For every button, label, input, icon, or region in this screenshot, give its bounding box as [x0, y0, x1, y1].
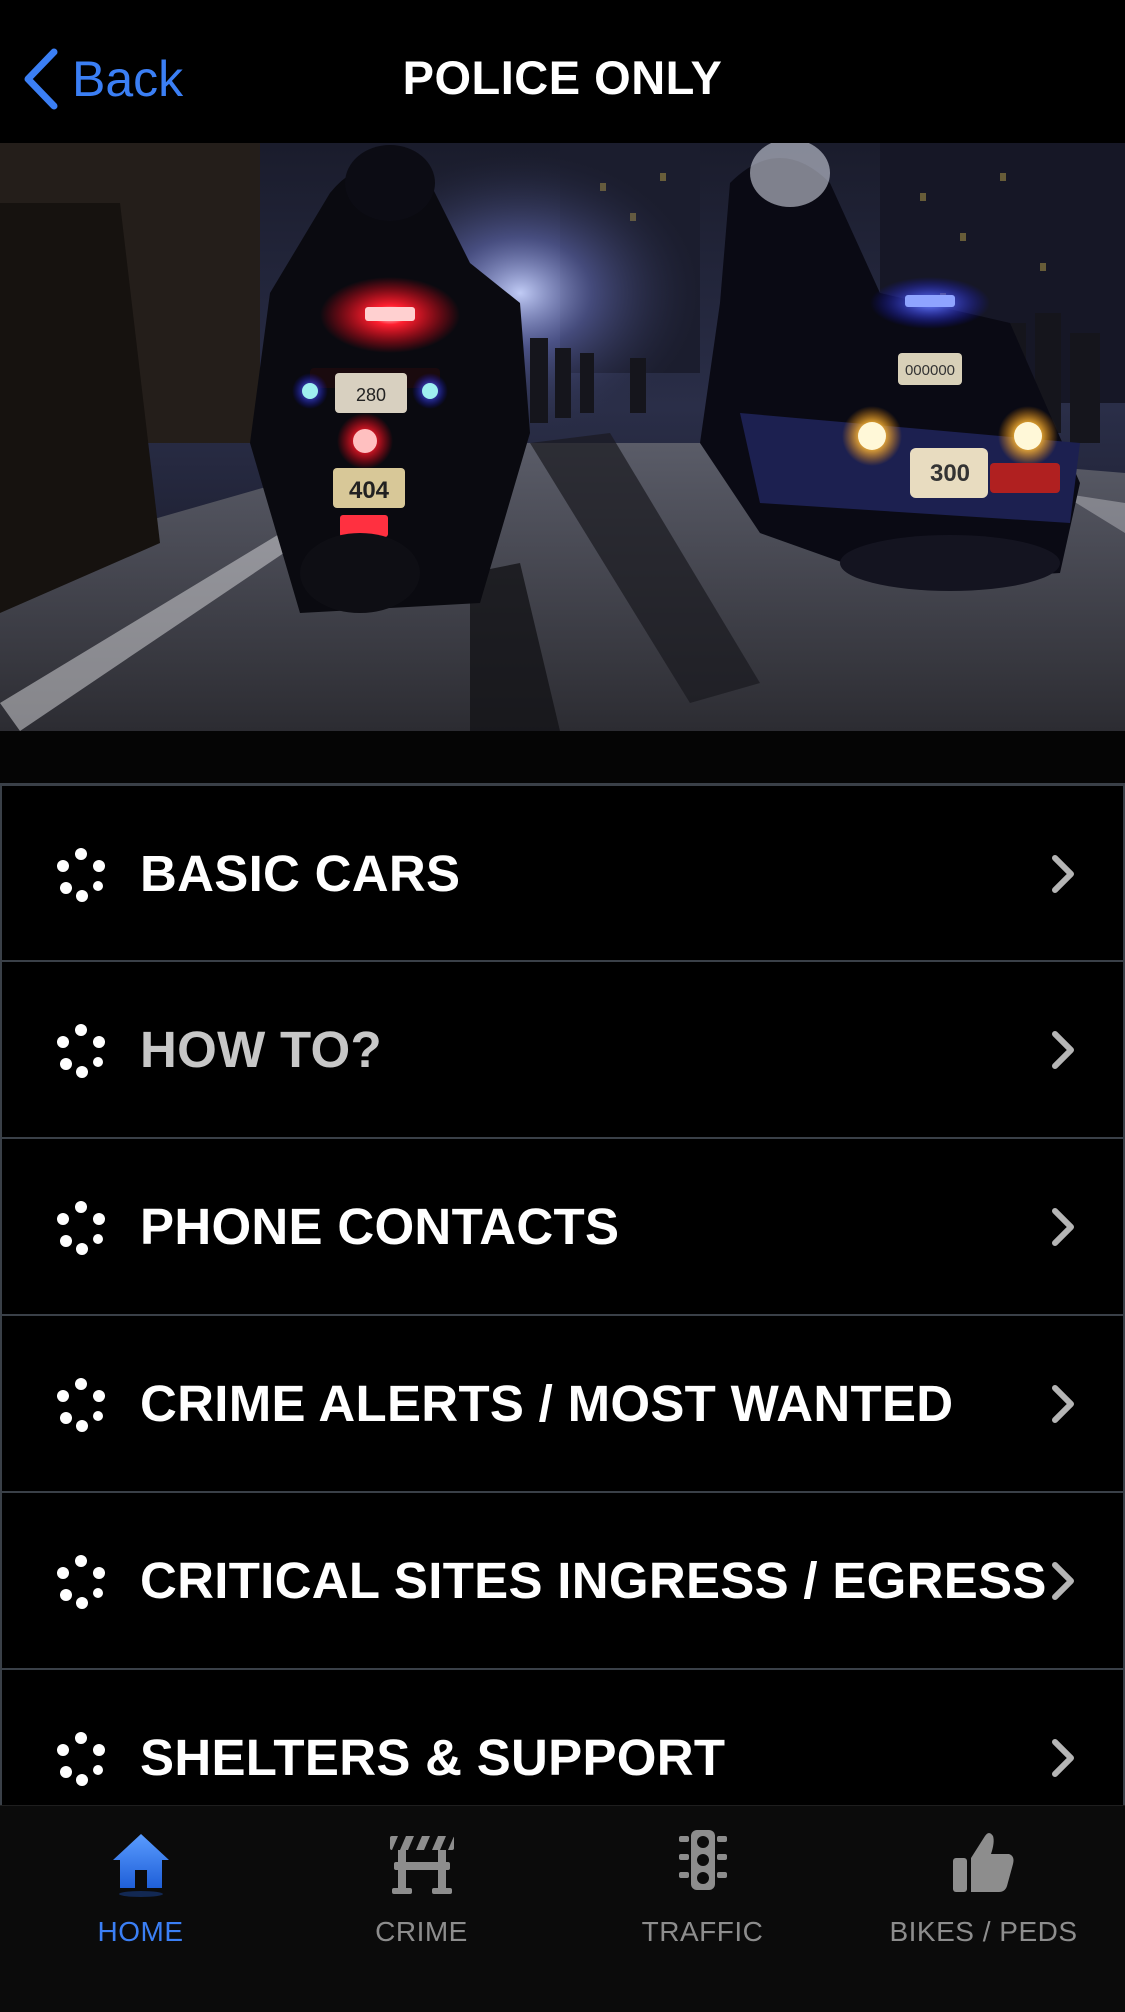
menu-item-phone-contacts[interactable]: PHONE CONTACTS [0, 1137, 1125, 1314]
tab-label: TRAFFIC [641, 1916, 764, 1947]
thumbs-up-icon [949, 1828, 1019, 1903]
dots-cluster-icon [52, 1199, 110, 1257]
tab-bar: HOME CRIME TRAFFIC BIKES / PEDS [0, 1805, 1125, 2012]
tab-label: HOME [97, 1916, 184, 1947]
chevron-right-icon [1051, 1561, 1075, 1606]
spacer [0, 731, 1125, 783]
menu-item-label: BASIC CARS [140, 845, 461, 902]
chevron-right-icon [1051, 1030, 1075, 1075]
tab-traffic[interactable]: TRAFFIC [562, 1806, 843, 2012]
dots-cluster-icon [52, 1730, 110, 1788]
tab-crime[interactable]: CRIME [281, 1806, 562, 2012]
hero-image-police-motorcycles: 280 404 000000 300 [0, 143, 1125, 731]
page-title: POLICE ONLY [402, 51, 723, 104]
traffic-light-icon [673, 1828, 733, 1903]
home-icon [109, 1828, 173, 1903]
menu-item-basic-cars[interactable]: BASIC CARS [0, 783, 1125, 960]
menu-item-label: HOW TO? [140, 1021, 382, 1078]
menu-item-crime-alerts[interactable]: CRIME ALERTS / MOST WANTED [0, 1314, 1125, 1491]
menu-item-label: SHELTERS & SUPPORT [140, 1729, 726, 1786]
menu-list: BASIC CARS HOW TO? PHONE CONTACTS CRIME … [0, 783, 1125, 1805]
dots-cluster-icon [52, 846, 110, 904]
menu-item-critical-sites[interactable]: CRITICAL SITES INGRESS / EGRESS [0, 1491, 1125, 1668]
plate-left-bottom: 404 [349, 477, 390, 504]
menu-item-label: CRIME ALERTS / MOST WANTED [140, 1375, 954, 1432]
chevron-right-icon [1051, 1207, 1075, 1252]
tab-label: BIKES / PEDS [889, 1916, 1078, 1947]
plate-right-bottom: 300 [930, 460, 970, 487]
menu-item-label: CRITICAL SITES INGRESS / EGRESS [140, 1552, 1047, 1609]
tab-bikes-peds[interactable]: BIKES / PEDS [843, 1806, 1124, 2012]
barricade-icon [388, 1828, 456, 1903]
chevron-right-icon [1051, 1738, 1075, 1783]
plate-left-top: 280 [356, 385, 386, 405]
dots-cluster-icon [52, 1553, 110, 1611]
dots-cluster-icon [52, 1376, 110, 1434]
chevron-right-icon [1051, 854, 1075, 899]
tab-label: CRIME [375, 1916, 468, 1947]
plate-right-top: 000000 [905, 362, 955, 379]
tab-home[interactable]: HOME [0, 1806, 281, 2012]
dots-cluster-icon [52, 1022, 110, 1080]
menu-item-label: PHONE CONTACTS [140, 1198, 620, 1255]
chevron-right-icon [1051, 1384, 1075, 1429]
menu-item-shelters-support[interactable]: SHELTERS & SUPPORT [0, 1668, 1125, 1805]
navigation-bar: Back POLICE ONLY [0, 0, 1125, 144]
menu-item-how-to[interactable]: HOW TO? [0, 960, 1125, 1137]
